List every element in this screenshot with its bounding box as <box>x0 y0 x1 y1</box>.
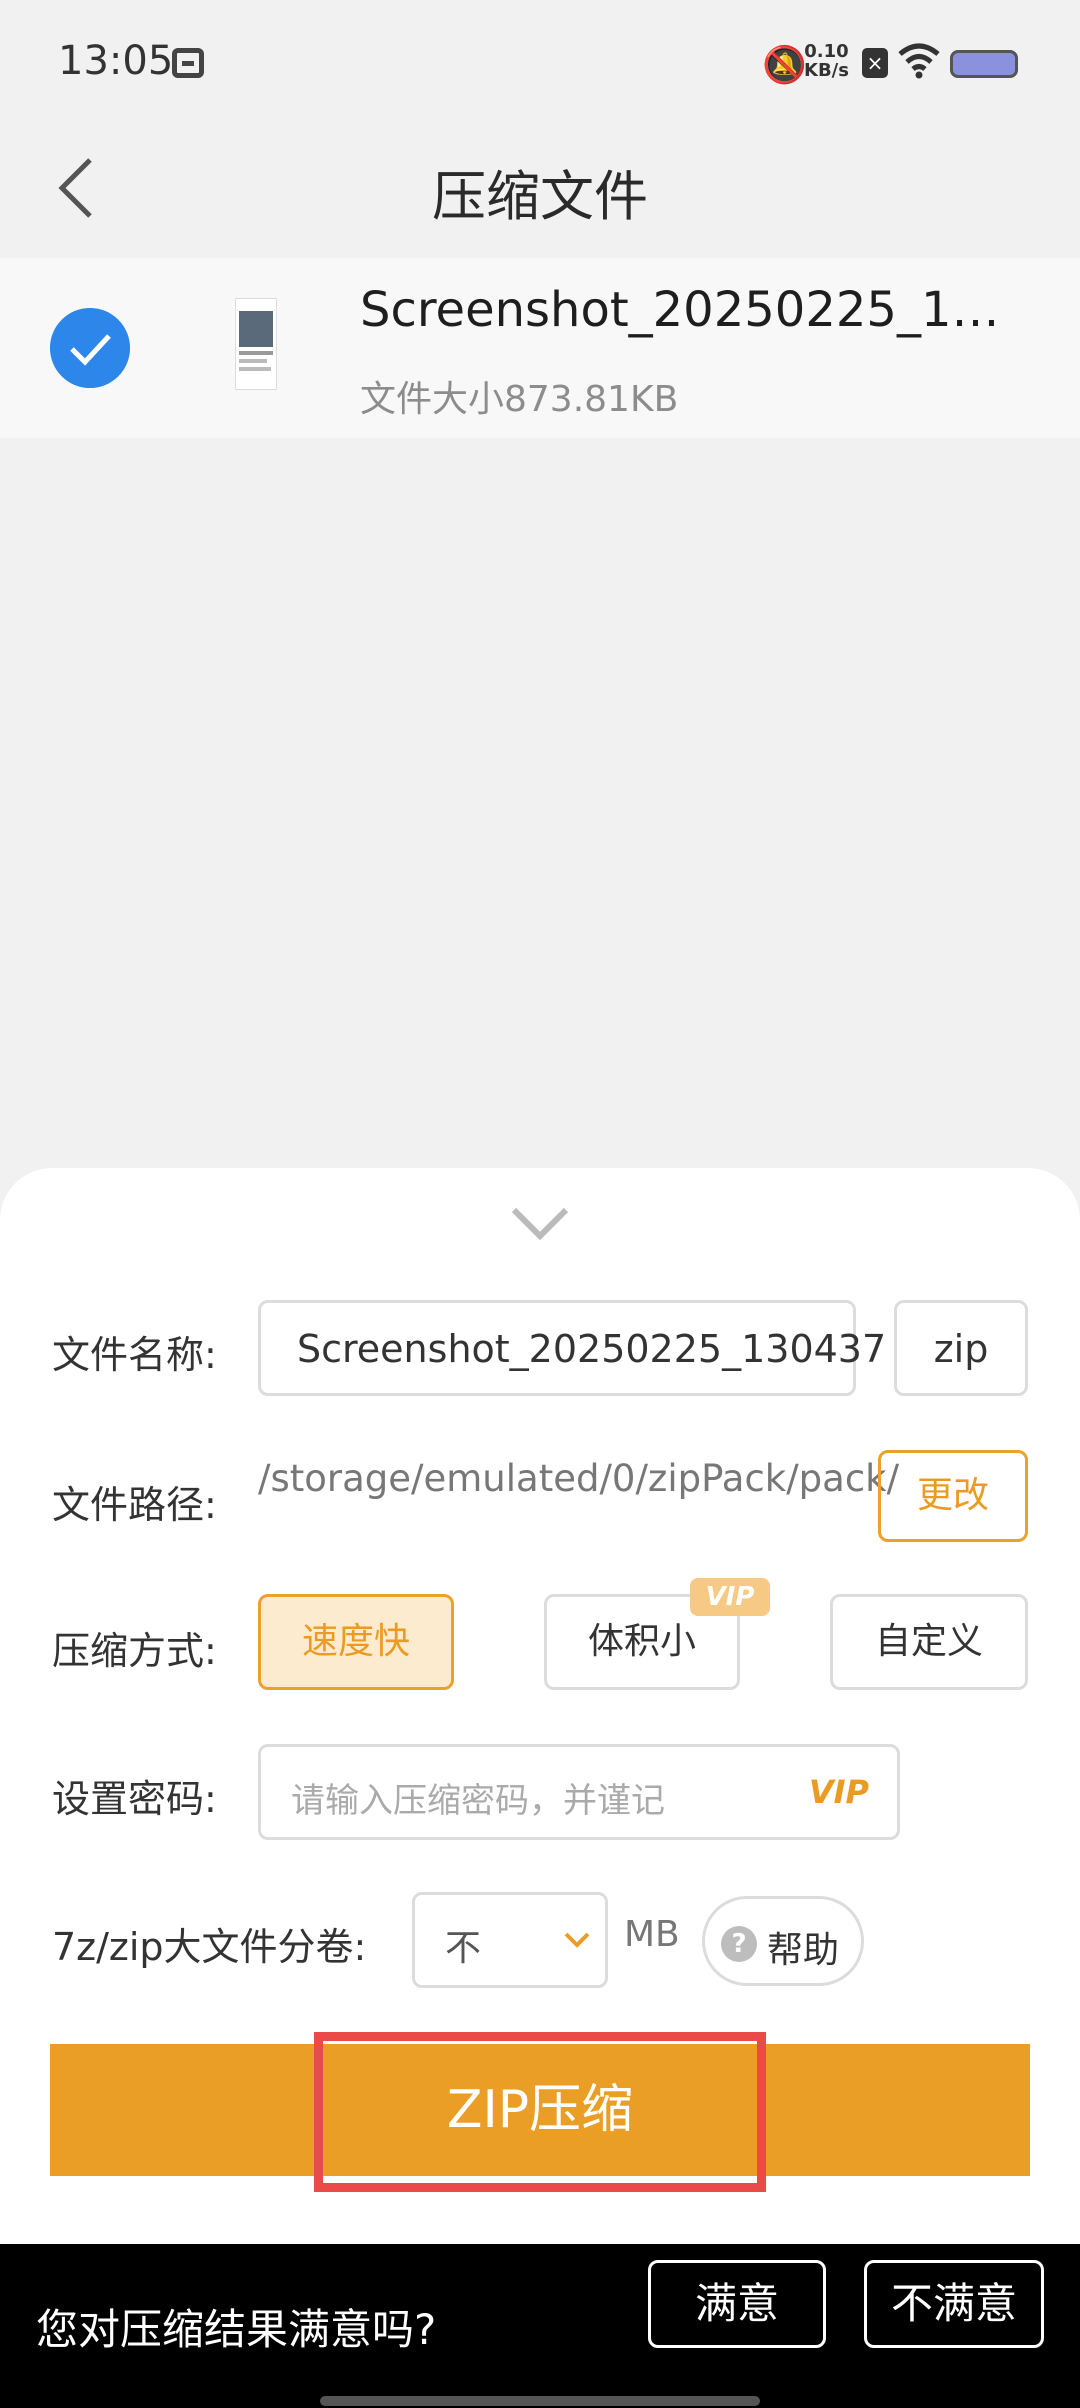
file-path-label: 文件路径: <box>52 1483 217 1527</box>
file-thumbnail <box>235 298 277 390</box>
split-size-value: 不 <box>445 1928 482 1969</box>
split-unit-label: MB <box>624 1914 680 1955</box>
chevron-down-icon[interactable] <box>510 1204 570 1244</box>
status-time: 13:05 <box>58 38 174 84</box>
chevron-down-icon <box>564 1932 590 1948</box>
calendar-notification-icon <box>172 48 204 78</box>
password-label: 设置密码: <box>52 1777 217 1821</box>
help-button[interactable]: ? 帮助 <box>702 1896 864 1986</box>
file-name: Screenshot_20250225_1… <box>360 282 1000 338</box>
vip-badge: VIP <box>690 1578 770 1616</box>
satisfied-button[interactable]: 满意 <box>648 2260 826 2348</box>
checkmark-icon[interactable] <box>50 308 130 388</box>
split-size-select[interactable]: 不 <box>412 1892 608 1988</box>
change-path-button[interactable]: 更改 <box>878 1450 1028 1542</box>
password-placeholder: 请输入压缩密码，并谨记 <box>291 1781 665 1821</box>
file-path-value: /storage/emulated/0/zipPack/pack/ <box>258 1457 900 1500</box>
home-indicator[interactable] <box>320 2396 760 2406</box>
feedback-bar: 您对压缩结果满意吗? 满意 不满意 <box>0 2244 1080 2408</box>
password-input[interactable]: 请输入压缩密码，并谨记 VIP <box>258 1744 900 1840</box>
file-list-item[interactable]: Screenshot_20250225_1… 文件大小873.81KB <box>0 258 1080 438</box>
mode-custom-button[interactable]: 自定义 <box>830 1594 1028 1690</box>
mode-fast-button[interactable]: 速度快 <box>258 1594 454 1690</box>
battery-icon <box>950 50 1018 78</box>
file-name-input-value: Screenshot_20250225_130437 <box>297 1327 887 1371</box>
help-icon: ? <box>721 1926 757 1962</box>
file-name-input[interactable]: Screenshot_20250225_130437 <box>258 1300 886 1396</box>
compress-options-sheet: 文件名称: Screenshot_20250225_130437 zip 文件路… <box>0 1168 1080 2244</box>
app-header: 压缩文件 <box>0 120 1080 260</box>
no-sim-icon: × <box>862 48 888 78</box>
help-label: 帮助 <box>767 1930 840 1971</box>
status-bar: 13:05 🔕 0.10 KB/s × <box>0 0 1080 120</box>
feedback-question: 您对压缩结果满意吗? <box>36 2305 437 2354</box>
page-title: 压缩文件 <box>432 165 648 228</box>
network-speed-value: 0.10 <box>804 41 849 62</box>
compress-mode-label: 压缩方式: <box>52 1629 217 1673</box>
network-speed: 0.10 KB/s <box>804 42 849 80</box>
password-vip-badge: VIP <box>808 1773 869 1811</box>
bell-muted-icon: 🔕 <box>762 45 807 86</box>
wifi-icon <box>898 43 940 79</box>
unsatisfied-button[interactable]: 不满意 <box>864 2260 1044 2348</box>
file-size: 文件大小873.81KB <box>360 379 679 420</box>
network-speed-unit: KB/s <box>804 60 849 81</box>
highlight-box <box>314 2032 766 2192</box>
extension-value: zip <box>933 1327 989 1371</box>
extension-field[interactable]: zip <box>894 1300 1028 1396</box>
file-name-label: 文件名称: <box>52 1333 217 1377</box>
split-volume-label: 7z/zip大文件分卷: <box>52 1925 367 1969</box>
